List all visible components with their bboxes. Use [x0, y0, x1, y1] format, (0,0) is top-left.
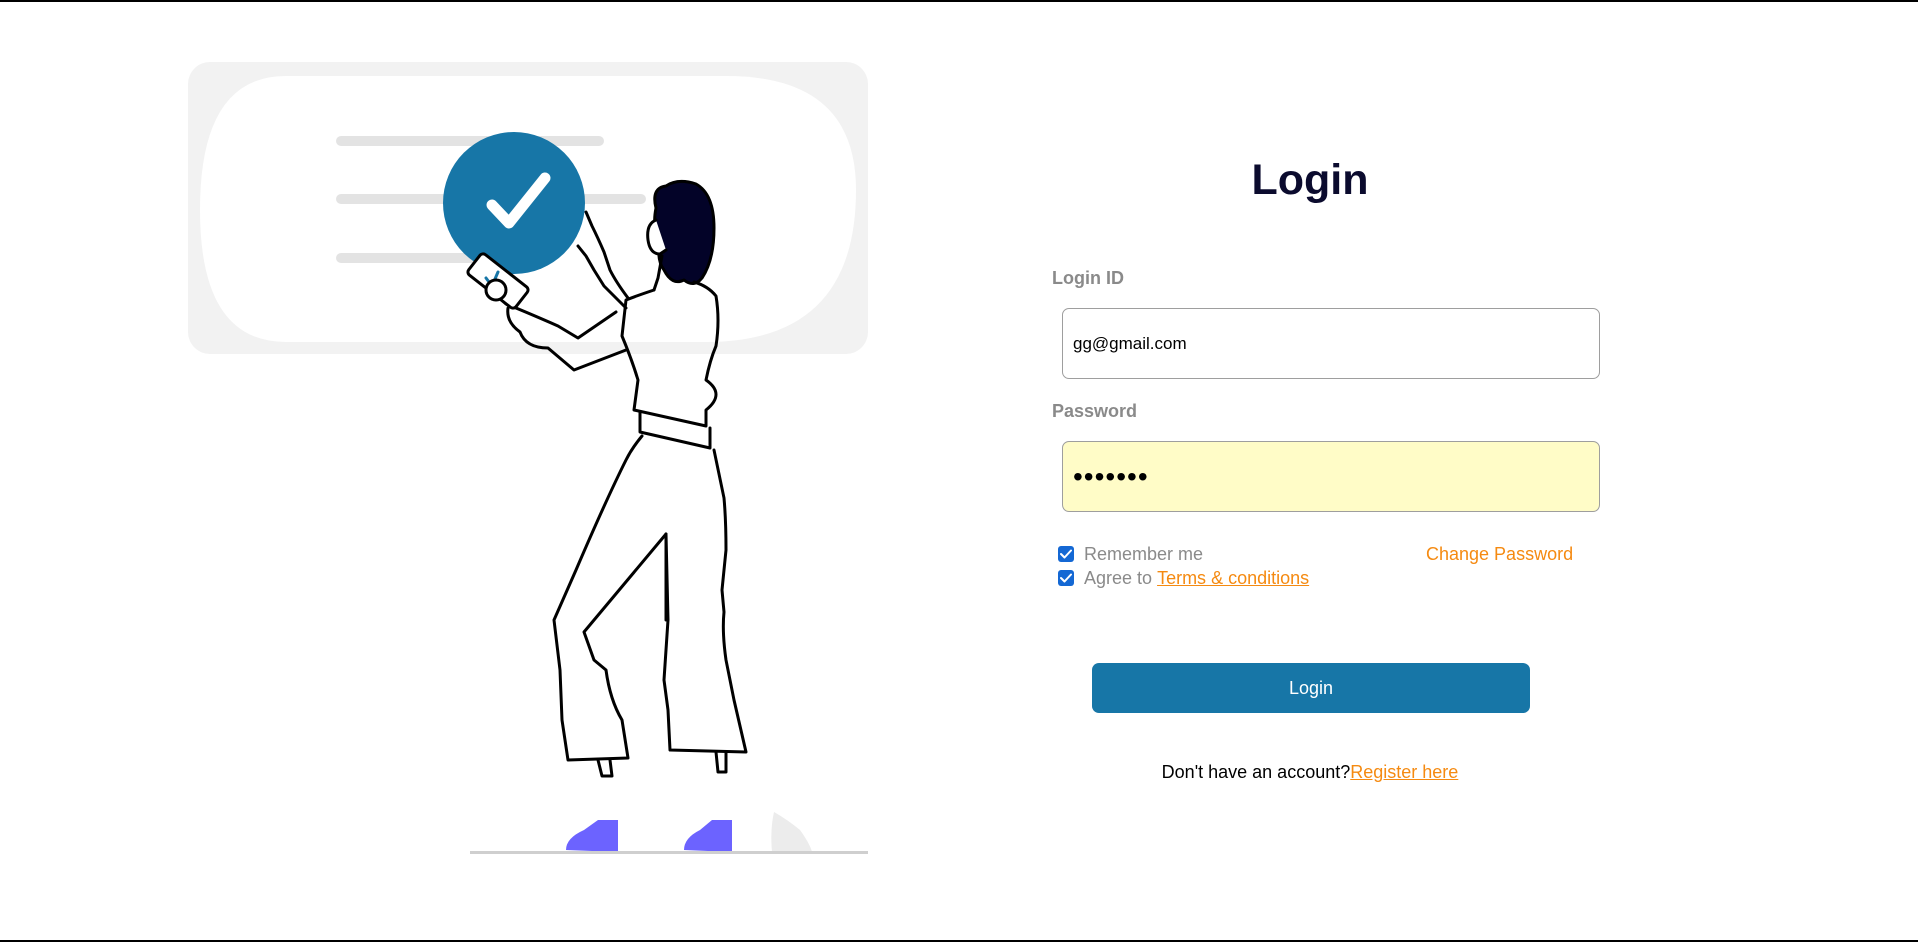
plant-decoration	[771, 812, 812, 852]
remember-me-checkbox[interactable]	[1058, 546, 1074, 562]
password-label: Password	[1052, 401, 1138, 421]
login-button[interactable]: Login	[1092, 663, 1530, 713]
agree-terms-row: Agree to Terms & conditions	[1057, 567, 1309, 589]
check-circle-icon	[443, 132, 585, 274]
remember-me-label: Remember me	[1084, 543, 1204, 564]
register-link[interactable]: Register here	[1350, 762, 1458, 782]
login-illustration	[186, 60, 870, 860]
page-title: Login	[1251, 156, 1369, 204]
login-id-input[interactable]	[1062, 308, 1600, 379]
change-password-link[interactable]: Change Password	[1426, 544, 1573, 565]
shoes	[566, 820, 732, 852]
register-row: Don't have an account?Register here	[1050, 762, 1570, 783]
checkmark-icon	[1060, 549, 1072, 559]
checkmark-icon	[1060, 573, 1072, 583]
agree-terms-checkbox[interactable]	[1058, 570, 1074, 586]
terms-link[interactable]: Terms & conditions	[1157, 568, 1309, 589]
login-id-label: Login ID	[1052, 268, 1124, 288]
illustration-svg	[188, 62, 868, 854]
remember-me-row: Remember me	[1057, 543, 1203, 565]
password-input[interactable]	[1062, 441, 1600, 512]
placeholder-line	[336, 136, 604, 146]
agree-prefix: Agree to	[1084, 567, 1153, 588]
register-prompt: Don't have an account?	[1161, 762, 1351, 782]
ground-line	[470, 851, 868, 854]
